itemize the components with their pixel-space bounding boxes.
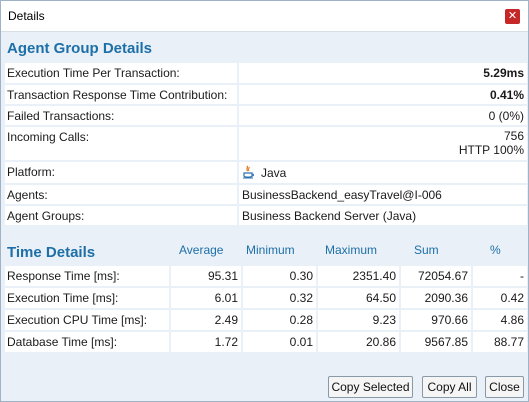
platform-value: Java: [261, 166, 287, 180]
column-header-sum: Sum: [414, 243, 439, 257]
java-icon: [242, 165, 254, 179]
row-execution-time: Execution Time Per Transaction: 5.29ms: [5, 63, 527, 83]
row-label: Execution Time [ms]:: [5, 288, 169, 308]
cell-average: 2.49: [171, 310, 241, 330]
title-bar: Details ✕: [1, 1, 528, 32]
cell-sum: 9567.85: [401, 332, 471, 352]
cell-minimum: 0.28: [243, 310, 316, 330]
column-header-percent: %: [490, 243, 501, 257]
row-value: 5.29ms: [239, 63, 527, 83]
row-failed-transactions: Failed Transactions: 0 (0%): [5, 106, 527, 125]
row-response-contribution: Transaction Response Time Contribution: …: [5, 85, 527, 104]
time-details-title: Time Details: [7, 244, 96, 261]
column-header-maximum: Maximum: [325, 243, 378, 257]
agent-group-title: Agent Group Details: [7, 40, 153, 57]
cell-percent: 0.42: [473, 288, 527, 308]
row-label: Agents:: [5, 185, 237, 204]
cell-minimum: 0.32: [243, 288, 316, 308]
row-agent-groups: Agent Groups: Business Backend Server (J…: [5, 206, 527, 225]
row-label: Agent Groups:: [5, 206, 237, 225]
cell-minimum: 0.01: [243, 332, 316, 352]
row-label: Incoming Calls:: [5, 127, 237, 160]
row-agents: Agents: BusinessBackend_easyTravel@I-006: [5, 185, 527, 204]
cell-percent: 4.86: [473, 310, 527, 330]
row-label: Database Time [ms]:: [5, 332, 169, 352]
copy-selected-button[interactable]: Copy Selected: [328, 376, 413, 398]
table-row: Execution CPU Time [ms]: 2.49 0.28 9.23 …: [5, 310, 527, 330]
row-label: Execution CPU Time [ms]:: [5, 310, 169, 330]
incoming-calls-protocol: HTTP 100%: [458, 143, 524, 157]
cell-maximum: 2351.40: [318, 266, 399, 286]
table-row: Database Time [ms]: 1.72 0.01 20.86 9567…: [5, 332, 527, 352]
row-incoming-calls: Incoming Calls: 756 HTTP 100%: [5, 127, 527, 160]
incoming-calls-count: 756: [503, 129, 524, 143]
cell-average: 1.72: [171, 332, 241, 352]
copy-all-button[interactable]: Copy All: [422, 376, 477, 398]
details-content: Agent Group Details Execution Time Per T…: [1, 33, 528, 401]
cell-average: 6.01: [171, 288, 241, 308]
row-value: Java: [239, 162, 527, 183]
row-label: Execution Time Per Transaction:: [5, 63, 237, 83]
row-value: 0.41%: [239, 85, 527, 104]
row-value: 756 HTTP 100%: [239, 127, 527, 160]
cell-percent: -: [473, 266, 527, 286]
cell-maximum: 20.86: [318, 332, 399, 352]
row-label: Failed Transactions:: [5, 106, 237, 125]
row-value: Business Backend Server (Java): [239, 206, 527, 225]
column-header-minimum: Minimum: [246, 243, 295, 257]
row-value: BusinessBackend_easyTravel@I-006: [239, 185, 527, 204]
window-title: Details: [8, 9, 45, 23]
row-label: Response Time [ms]:: [5, 266, 169, 286]
row-label: Transaction Response Time Contribution:: [5, 85, 237, 104]
cell-percent: 88.77: [473, 332, 527, 352]
table-row: Response Time [ms]: 95.31 0.30 2351.40 7…: [5, 266, 527, 286]
details-window: Details ✕ Agent Group Details Execution …: [0, 0, 529, 402]
cell-sum: 2090.36: [401, 288, 471, 308]
row-value: 0 (0%): [239, 106, 527, 125]
cell-maximum: 9.23: [318, 310, 399, 330]
close-button[interactable]: Close: [485, 376, 524, 398]
row-label: Platform:: [5, 162, 237, 183]
cell-sum: 72054.67: [401, 266, 471, 286]
row-platform: Platform: Java: [5, 162, 527, 183]
cell-average: 95.31: [171, 266, 241, 286]
table-row: Execution Time [ms]: 6.01 0.32 64.50 209…: [5, 288, 527, 308]
cell-maximum: 64.50: [318, 288, 399, 308]
cell-sum: 970.66: [401, 310, 471, 330]
cell-minimum: 0.30: [243, 266, 316, 286]
column-header-average: Average: [179, 243, 224, 257]
close-icon[interactable]: ✕: [505, 9, 520, 24]
